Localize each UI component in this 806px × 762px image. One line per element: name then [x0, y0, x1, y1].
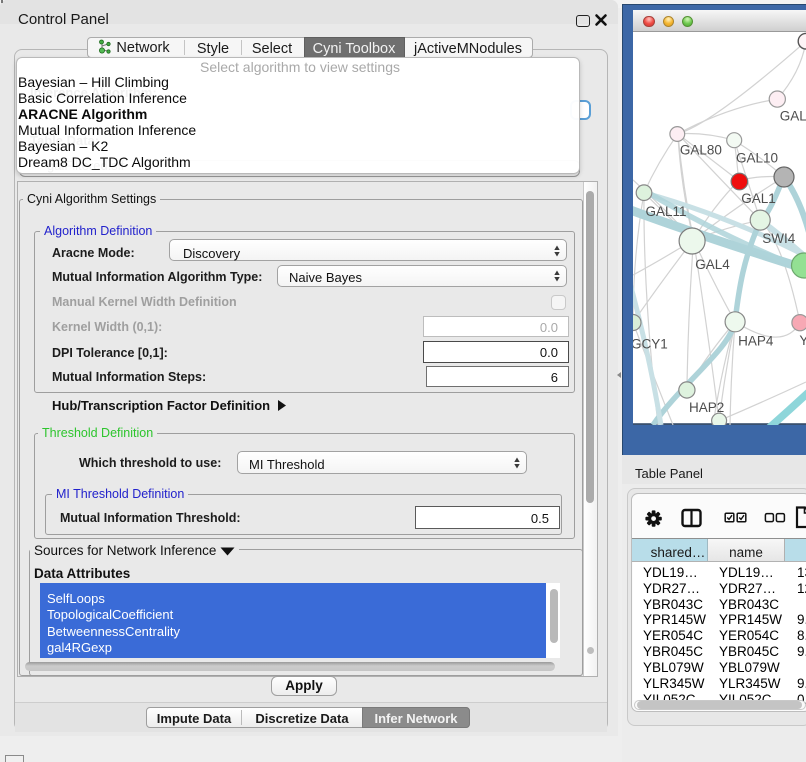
svg-text:GAL: GAL — [780, 108, 806, 123]
svg-text:HAP4: HAP4 — [738, 333, 774, 348]
svg-text:GAL1: GAL1 — [741, 190, 776, 205]
svg-text:GAL11: GAL11 — [646, 203, 687, 218]
svg-text:Y: Y — [799, 333, 806, 348]
svg-text:GAL80: GAL80 — [680, 142, 722, 157]
svg-text:SWI4: SWI4 — [762, 231, 795, 246]
svg-text:HAP2: HAP2 — [689, 400, 724, 415]
svg-text:GCY1: GCY1 — [633, 336, 668, 351]
svg-text:GAL10: GAL10 — [736, 150, 778, 165]
svg-text:GAL4: GAL4 — [695, 257, 730, 272]
